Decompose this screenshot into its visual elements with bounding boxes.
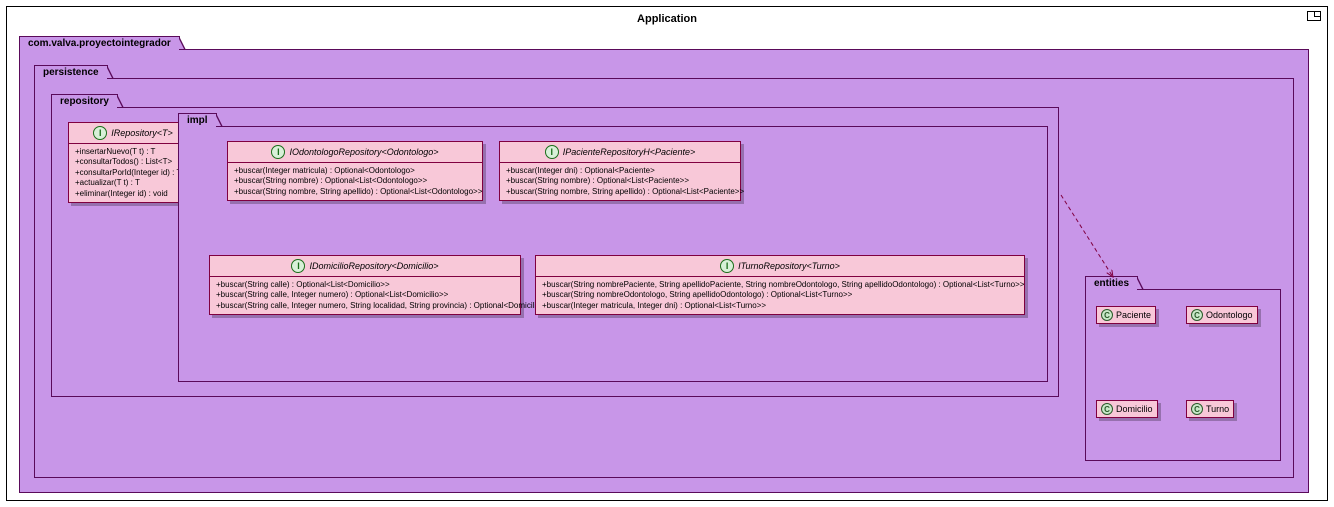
interface-body: +buscar(Integer matricula) : Optional<Od… [228,163,482,200]
interface-name: ITurnoRepository<Turno> [738,261,840,271]
interface-name: IDomicilioRepository<Domicilio> [309,261,438,271]
interface-icon: I [545,145,559,159]
package-impl-label: impl [178,113,217,127]
interface-name: IOdontologoRepository<Odontologo> [289,147,438,157]
class-icon: C [1191,309,1203,321]
interface-header: I IPacienteRepositoryH<Paciente> [500,142,740,163]
interface-icon: I [271,145,285,159]
class-name: Turno [1206,404,1229,414]
method: +buscar(Integer matricula) : Optional<Od… [234,166,476,176]
interface-header: I IOdontologoRepository<Odontologo> [228,142,482,163]
interface-body: +buscar(Integer dni) : Optional<Paciente… [500,163,740,200]
class-turno: C Turno [1186,400,1234,418]
method: +consultarTodos() : List<T> [75,157,191,167]
method: +buscar(String nombre, String apellido) … [234,187,476,197]
interface-name: IPacienteRepositoryH<Paciente> [563,147,696,157]
class-icon: C [1191,403,1203,415]
interface-body: +buscar(String calle) : Optional<List<Do… [210,277,520,314]
class-name: Paciente [1116,310,1151,320]
class-odontologo: C Odontologo [1186,306,1258,324]
dependency-arrow [1055,189,1135,289]
method: +buscar(String nombreOdontologo, String … [542,290,1018,300]
diagram-title: Application [7,7,1327,31]
diagram-marker-icon [1307,11,1321,21]
package-entities: entities C Paciente C Odontologo C Domic… [1085,289,1281,461]
method: +eliminar(Integer id) : void [75,189,191,199]
package-root: com.valva.proyectointegrador persistence… [19,49,1309,493]
class-icon: C [1101,309,1113,321]
package-repository-label: repository [51,94,118,108]
package-persistence: persistence repository I IRepository<T> … [34,78,1294,478]
class-name: Domicilio [1116,404,1153,414]
interface-irepository-name: IRepository<T> [111,128,173,138]
interface-body: +buscar(String nombrePaciente, String ap… [536,277,1024,314]
class-domicilio: C Domicilio [1096,400,1158,418]
package-impl: impl I IOdontologoRepository<Odontologo>… [178,126,1048,382]
interface-idomiciliorepository: I IDomicilioRepository<Domicilio> +busca… [209,255,521,315]
method: +buscar(String nombre) : Optional<List<O… [234,176,476,186]
method: +buscar(Integer matricula, Integer dni) … [542,301,1018,311]
method: +buscar(String nombrePaciente, String ap… [542,280,1018,290]
interface-iturnorepository: I ITurnoRepository<Turno> +buscar(String… [535,255,1025,315]
class-name: Odontologo [1206,310,1253,320]
package-repository: repository I IRepository<T> +insertarNue… [51,107,1059,397]
interface-header: I ITurnoRepository<Turno> [536,256,1024,277]
method: +buscar(String calle) : Optional<List<Do… [216,280,514,290]
class-paciente: C Paciente [1096,306,1156,324]
package-persistence-label: persistence [34,65,108,79]
method: +buscar(String nombre, String apellido) … [506,187,734,197]
method: +actualizar(T t) : T [75,178,191,188]
diagram-frame: Application com.valva.proyectointegrador… [6,6,1328,501]
interface-header: I IDomicilioRepository<Domicilio> [210,256,520,277]
method: +buscar(String nombre) : Optional<List<P… [506,176,734,186]
method: +consultarPorId(Integer id) : T [75,168,191,178]
interface-ipacienterepository: I IPacienteRepositoryH<Paciente> +buscar… [499,141,741,201]
method: +buscar(String calle, Integer numero) : … [216,290,514,300]
interface-iodontologorepository: I IOdontologoRepository<Odontologo> +bus… [227,141,483,201]
method: +buscar(String calle, Integer numero, St… [216,301,514,311]
interface-icon: I [720,259,734,273]
interface-icon: I [291,259,305,273]
method: +buscar(Integer dni) : Optional<Paciente… [506,166,734,176]
class-icon: C [1101,403,1113,415]
interface-icon: I [93,126,107,140]
method: +insertarNuevo(T t) : T [75,147,191,157]
package-entities-label: entities [1085,276,1138,290]
package-root-label: com.valva.proyectointegrador [19,36,180,50]
